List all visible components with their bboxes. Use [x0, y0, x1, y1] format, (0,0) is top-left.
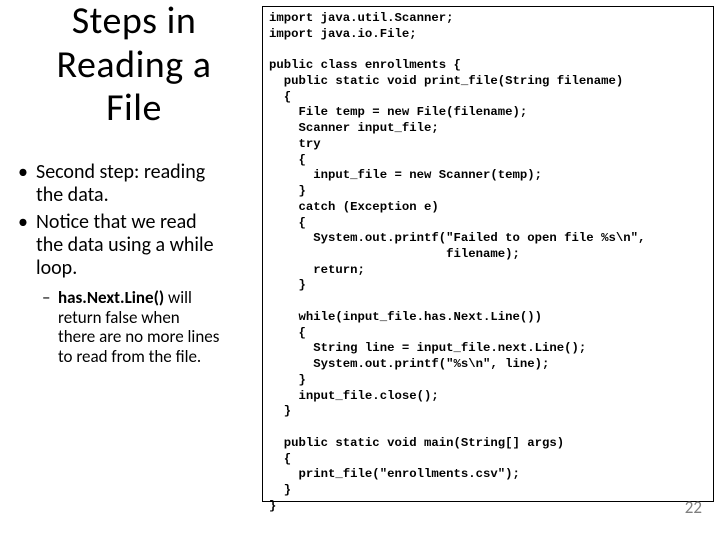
bullet-2-text: Notice that we read the data using a whi…	[36, 211, 214, 280]
slide-title: Steps in Reading a File	[10, 0, 258, 131]
bullet-item-1: • Second step: reading the data.	[18, 161, 258, 207]
title-line-3: File	[106, 85, 162, 131]
sub-bullet-text: has.Next.Line() will return false when t…	[58, 288, 219, 366]
sub-bullet-bold: has.Next.Line()	[58, 287, 164, 308]
bullet-2-line-1: Notice that we read	[36, 210, 197, 234]
bullet-1-line-1: Second step: reading	[36, 160, 205, 184]
sub-bullet-item: – has.Next.Line() will return false when…	[42, 288, 258, 366]
sub-bullet-dash-icon: –	[42, 288, 58, 366]
title-line-2: Reading a	[57, 42, 212, 88]
sub-bullet-rest-1: will	[164, 287, 192, 308]
sub-bullet-line-4: to read from the file.	[58, 346, 201, 367]
bullet-2-line-2: the data using a while	[36, 233, 214, 257]
sub-bullet-line-3: there are no more lines	[58, 326, 219, 347]
bullet-list: • Second step: reading the data. • Notic…	[18, 161, 258, 366]
code-panel: import java.util.Scanner; import java.io…	[262, 6, 714, 502]
code-block: import java.util.Scanner; import java.io…	[269, 11, 707, 515]
bullet-dot-icon: •	[18, 211, 36, 280]
page-number: 22	[685, 497, 702, 518]
bullet-item-2: • Notice that we read the data using a w…	[18, 211, 258, 280]
bullet-1-line-2: the data.	[36, 183, 109, 207]
left-column: Steps in Reading a File • Second step: r…	[10, 0, 258, 366]
title-line-1: Steps in	[72, 0, 197, 44]
bullet-1-text: Second step: reading the data.	[36, 161, 205, 207]
bullet-2-line-3: loop.	[36, 256, 77, 280]
sub-bullet-line-2: return false when	[58, 307, 180, 328]
bullet-dot-icon: •	[18, 161, 36, 207]
